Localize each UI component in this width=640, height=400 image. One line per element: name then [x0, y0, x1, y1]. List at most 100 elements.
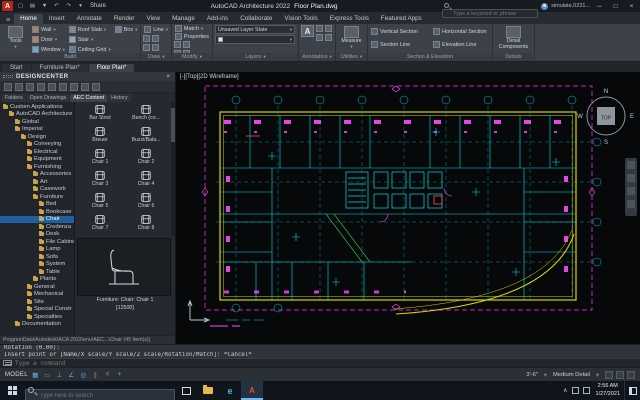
compass-south[interactable]: S [604, 140, 608, 146]
tree-item[interactable]: Credenza [0, 223, 74, 231]
redo-icon[interactable]: ↷ [64, 2, 73, 11]
layer-state-dropdown[interactable]: Unsaved Layer State▾ [215, 25, 295, 34]
file-tab[interactable]: Start [2, 64, 31, 72]
tree-item[interactable]: Special Constr [0, 306, 74, 314]
views-icon[interactable] [92, 83, 100, 91]
dimension-icon[interactable] [316, 25, 323, 32]
volume-icon[interactable] [583, 387, 590, 394]
compass-north[interactable]: N [604, 89, 608, 95]
tree-item[interactable]: Design [0, 133, 74, 141]
panel-title-layers[interactable]: Layers▾ [213, 53, 298, 61]
workspace-gear-icon[interactable] [616, 371, 624, 379]
action-center-button[interactable] [624, 381, 640, 400]
file-explorer-button[interactable] [197, 381, 219, 400]
start-button[interactable] [0, 381, 24, 400]
tree-item[interactable]: Electrical [0, 148, 74, 156]
palette-grip[interactable] [3, 75, 13, 78]
customize-icon[interactable] [627, 371, 635, 379]
tree-item[interactable]: Bed [0, 201, 74, 209]
orbit-icon[interactable] [627, 200, 635, 208]
measure-button[interactable]: Measure▾ [338, 25, 365, 54]
designcenter-tab[interactable]: History [108, 94, 130, 102]
drawing-canvas[interactable]: [-][Top][2D Wireframe] [176, 72, 640, 344]
ribbon-tab[interactable]: Vision Tools [278, 14, 323, 24]
ribbon-tab[interactable]: Insert [43, 14, 71, 24]
tree-item[interactable]: Specialties [0, 313, 74, 321]
edge-button[interactable]: e [219, 381, 241, 400]
tree-item[interactable]: Casework [0, 186, 74, 194]
designcenter-close-icon[interactable]: × [164, 73, 172, 80]
tree-item[interactable]: Sofa [0, 253, 74, 261]
panel-title-details[interactable]: Details [493, 53, 534, 61]
table-icon[interactable] [316, 34, 323, 41]
designcenter-tab[interactable]: Open Drawings [27, 94, 70, 102]
tree-item[interactable]: System [0, 261, 74, 269]
taskbar-search-input[interactable] [25, 389, 175, 400]
favorites-icon[interactable] [48, 83, 56, 91]
content-item[interactable]: Chair 5 [77, 192, 123, 214]
autocad-taskbar-button[interactable]: A [241, 381, 263, 400]
content-item[interactable]: Chair 6 [123, 192, 169, 214]
cut-plane-value[interactable]: 3'-6" [526, 372, 538, 378]
tree-item[interactable]: Mechanical [0, 291, 74, 299]
polar-tracking-icon[interactable]: ∠ [67, 371, 76, 379]
designcenter-tab[interactable]: Folders [2, 94, 26, 102]
object-snap-icon[interactable]: ◎ [79, 371, 88, 379]
content-item[interactable]: Chair 4 [123, 170, 169, 192]
multiline-text-icon[interactable]: A [301, 25, 314, 37]
ribbon-tab[interactable]: Add-ins [201, 14, 234, 24]
new-file-icon[interactable]: ▢ [16, 2, 25, 11]
content-scrollbar[interactable] [171, 102, 175, 236]
ribbon-tab[interactable]: Manage [166, 14, 201, 24]
open-file-icon[interactable]: ▤ [28, 2, 37, 11]
menu-icon[interactable]: ≡ [2, 17, 14, 24]
tree-item[interactable]: Site [0, 298, 74, 306]
panel-title-section-elevation[interactable]: Section & Elevation [368, 53, 492, 61]
signed-in-user[interactable]: simulate.0231... [551, 3, 590, 9]
task-view-button[interactable] [175, 381, 197, 400]
file-tab[interactable]: Furniture Plan* [32, 64, 88, 72]
polyline-icon[interactable] [143, 35, 150, 42]
ribbon-tab[interactable]: Home [14, 14, 43, 24]
tree-item[interactable]: AutoCAD Architecture [0, 111, 74, 119]
minimize-button[interactable]: ─ [593, 0, 606, 12]
tree-item[interactable]: Accessories [0, 171, 74, 179]
quick-access-dropdown-icon[interactable]: ▾ [76, 2, 85, 11]
compass-west[interactable]: W [577, 114, 583, 120]
cut-plane-dropdown-icon[interactable]: ▾ [541, 371, 550, 379]
forward-icon[interactable] [26, 83, 34, 91]
maximize-button[interactable]: □ [609, 0, 622, 12]
panel-title-annotation[interactable]: Annotation▾ [299, 53, 335, 61]
circle-icon[interactable] [152, 35, 159, 42]
designcenter-tab[interactable]: AEC Content [70, 94, 107, 102]
content-item[interactable]: Chair 2 [123, 148, 169, 170]
viewport-controls[interactable]: [-][Top][2D Wireframe] [180, 74, 239, 80]
section-tool-button[interactable]: Vertical Section [370, 27, 432, 36]
match-button[interactable]: Match▾ [174, 25, 210, 32]
box-button[interactable]: Box▾ [114, 25, 139, 34]
user-avatar[interactable] [541, 3, 548, 10]
section-tool-button[interactable]: Section Line [370, 40, 432, 49]
app-menu-button[interactable]: A [2, 1, 13, 11]
tree-item[interactable]: Bookcase [0, 208, 74, 216]
tag-icon[interactable] [325, 34, 332, 41]
tree-item[interactable]: Custom Applications [0, 103, 74, 111]
tree-item[interactable]: Furnishing [0, 163, 74, 171]
panel-title-draw[interactable]: Draw▾ [141, 53, 171, 61]
full-navigation-wheel-icon[interactable] [627, 161, 635, 169]
file-tab[interactable]: Floor Plan* [89, 64, 135, 72]
content-item[interactable]: Chair 1 [77, 148, 123, 170]
ribbon-tab[interactable]: Express Tools [324, 14, 375, 24]
floor-plan-canvas[interactable]: TOP N W E S [176, 72, 640, 344]
ribbon-tab[interactable]: Featured Apps [375, 14, 428, 24]
ribbon-tab[interactable]: Render [108, 14, 141, 24]
save-icon[interactable]: ▼ [40, 2, 49, 11]
zoom-icon[interactable] [627, 187, 635, 195]
tree-item[interactable]: Imperial [0, 126, 74, 134]
lineweight-icon[interactable]: ≡ [103, 371, 112, 378]
wall-button[interactable]: Wall▾ [31, 25, 66, 34]
move-icon[interactable] [174, 41, 181, 48]
navigation-bar[interactable] [625, 158, 637, 216]
scrollbar-thumb[interactable] [171, 108, 175, 142]
model-space-button[interactable]: MODEL [5, 372, 28, 378]
